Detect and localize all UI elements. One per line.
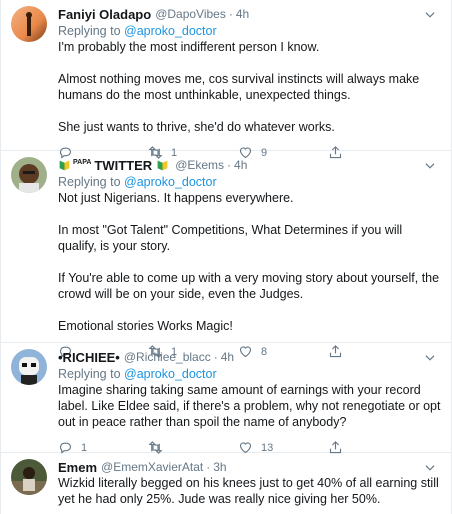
- tweet[interactable]: Faniyi Oladapo @DapoVibes · 4h Replying …: [1, 0, 451, 159]
- tweet-time[interactable]: 4h: [221, 350, 234, 364]
- chevron-down-icon[interactable]: [423, 8, 437, 22]
- name-prefix: PAPA: [73, 159, 92, 167]
- tweet-paragraph: She just wants to thrive, she'd do whate…: [58, 120, 335, 134]
- separator-dot: ·: [227, 158, 232, 172]
- beginner-badge-icon: [59, 160, 70, 170]
- tweet-text: Wizkid literally begged on his knees jus…: [58, 475, 441, 507]
- separator-dot: ·: [213, 350, 218, 364]
- tweet[interactable]: •RICHIEE• @Richiee_blacc · 4h Replying t…: [1, 343, 451, 454]
- author-name-main: TWITTER: [94, 157, 153, 173]
- replying-label: Replying to: [58, 175, 121, 189]
- mention-link[interactable]: @aproko_doctor: [124, 24, 217, 38]
- tweet-time[interactable]: 3h: [213, 460, 226, 474]
- like-count: 13: [261, 441, 274, 454]
- chevron-down-icon[interactable]: [423, 461, 437, 475]
- author-handle[interactable]: @EmemXavierAtat: [101, 460, 203, 474]
- tweet-paragraph: Almost nothing moves me, cos survival in…: [58, 72, 420, 102]
- replying-to: Replying to @aproko_doctor: [58, 174, 441, 190]
- reply-count: 1: [81, 441, 88, 454]
- avatar[interactable]: [11, 6, 47, 42]
- author-name[interactable]: PAPA TWITTER: [73, 158, 152, 173]
- tweet[interactable]: PAPA TWITTER @Ekems · 4h Replying to @apr…: [1, 151, 451, 358]
- author-name[interactable]: •RICHIEE•: [58, 350, 120, 365]
- tweet-paragraph: If You're able to come up with a very mo…: [58, 271, 440, 301]
- author-name[interactable]: Faniyi Oladapo: [58, 7, 151, 22]
- chevron-down-icon[interactable]: [423, 351, 437, 365]
- avatar[interactable]: [11, 349, 47, 385]
- beginner-badge-icon: [157, 160, 168, 170]
- mention-link[interactable]: @aproko_doctor: [124, 175, 217, 189]
- separator-dot: ·: [206, 460, 211, 474]
- tweet-paragraph: Not just Nigerians. It happens everywher…: [58, 191, 294, 205]
- author-handle[interactable]: @DapoVibes: [155, 7, 226, 21]
- tweet-time[interactable]: 4h: [236, 7, 249, 21]
- avatar[interactable]: [11, 157, 47, 193]
- tweet-text: Not just Nigerians. It happens everywher…: [58, 190, 441, 334]
- tweet[interactable]: Emem @EmemXavierAtat · 3h Wizkid literal…: [1, 453, 451, 514]
- avatar[interactable]: [11, 459, 47, 495]
- tweet-paragraph: Emotional stories Works Magic!: [58, 319, 233, 333]
- mention-link[interactable]: @aproko_doctor: [124, 367, 217, 381]
- chevron-down-icon[interactable]: [423, 159, 437, 173]
- tweet-text: I'm probably the most indifferent person…: [58, 39, 441, 135]
- tweet-paragraph: Wizkid literally begged on his knees jus…: [58, 476, 439, 506]
- tweet-time[interactable]: 4h: [234, 158, 247, 172]
- tweet-text: Imagine sharing taking same amount of ea…: [58, 382, 441, 430]
- tweet-paragraph: Imagine sharing taking same amount of ea…: [58, 383, 441, 429]
- replying-label: Replying to: [58, 24, 121, 38]
- tweet-feed: Faniyi Oladapo @DapoVibes · 4h Replying …: [0, 0, 452, 514]
- author-handle[interactable]: @Ekems: [175, 158, 224, 172]
- author-handle[interactable]: @Richiee_blacc: [124, 350, 211, 364]
- tweet-paragraph: I'm probably the most indifferent person…: [58, 40, 320, 54]
- replying-to: Replying to @aproko_doctor: [58, 366, 441, 382]
- replying-label: Replying to: [58, 367, 121, 381]
- replying-to: Replying to @aproko_doctor: [58, 23, 441, 39]
- author-name[interactable]: Emem: [58, 460, 97, 475]
- separator-dot: ·: [228, 7, 233, 21]
- tweet-paragraph: In most "Got Talent" Competitions, What …: [58, 223, 403, 253]
